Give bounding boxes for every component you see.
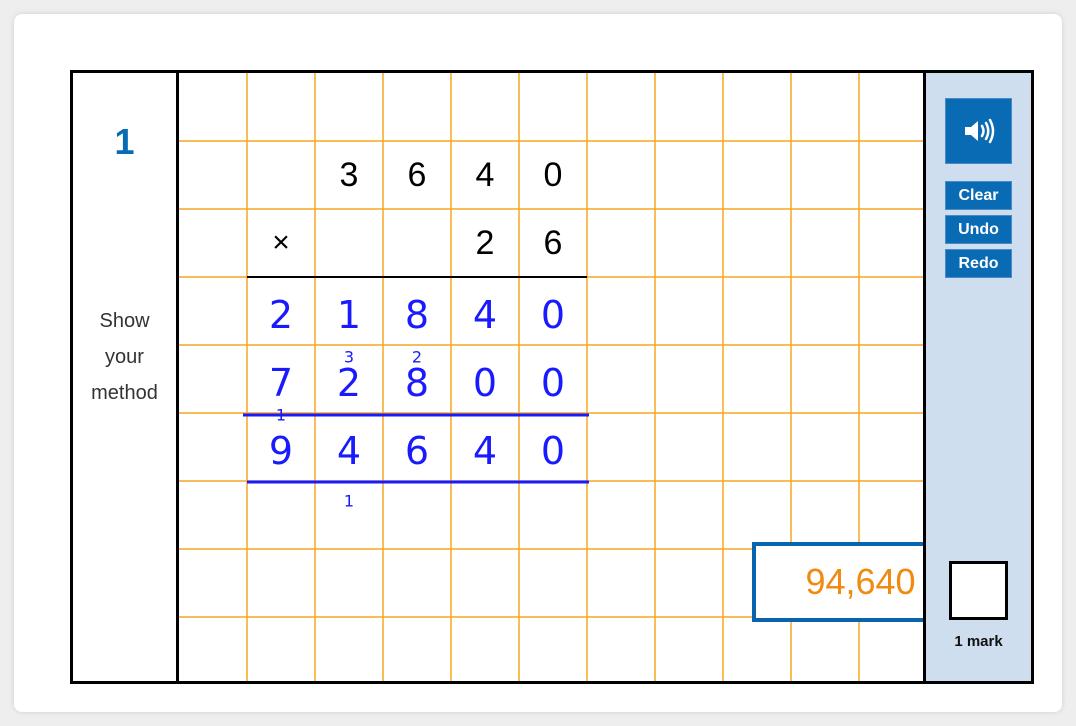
multiplicand-digit: 3 <box>339 156 359 194</box>
question-frame: 1 Show your method 2184072800329464011 3… <box>70 70 1034 684</box>
instruction-line: method <box>91 382 158 404</box>
multiplicand-digit: 6 <box>407 156 427 194</box>
carry-digit: 1 <box>276 406 286 425</box>
handwritten-digit: 4 <box>337 429 361 473</box>
redo-button[interactable]: Redo <box>945 249 1012 278</box>
tools-panel: Clear Undo Redo 1 mark <box>923 73 1031 681</box>
working-grid[interactable]: 2184072800329464011 3 6 4 0 × 2 6 94,640 <box>179 73 925 681</box>
handwritten-digit: 0 <box>473 361 497 405</box>
handwritten-digit: 0 <box>541 293 565 337</box>
carry-digit: 3 <box>344 348 354 367</box>
handwritten-digit: 8 <box>405 293 429 337</box>
multiplicand-digit: 0 <box>543 156 563 194</box>
handwritten-digit: 4 <box>473 293 497 337</box>
answer-box[interactable]: 94,640 <box>752 542 925 622</box>
handwritten-digit: 2 <box>337 361 361 405</box>
clear-button[interactable]: Clear <box>945 181 1012 210</box>
handwritten-digit: 7 <box>269 361 293 405</box>
instruction-line: your <box>105 346 144 368</box>
undo-button[interactable]: Undo <box>945 215 1012 244</box>
show-your-method-label: Show your method <box>73 303 176 411</box>
audio-button[interactable] <box>945 98 1012 164</box>
mark-checkbox[interactable] <box>949 561 1008 620</box>
carry-digit: 2 <box>412 348 422 367</box>
multiplier-digit: 2 <box>475 224 495 262</box>
handwritten-digit: 9 <box>269 429 293 473</box>
handwritten-digit: 0 <box>541 429 565 473</box>
speaker-icon <box>964 118 994 144</box>
carry-digit: 1 <box>344 492 354 511</box>
handwritten-digit: 8 <box>405 361 429 405</box>
handwritten-digit: 1 <box>337 293 361 337</box>
handwritten-digit: 0 <box>541 361 565 405</box>
handwritten-digit: 4 <box>473 429 497 473</box>
question-card: 1 Show your method 2184072800329464011 3… <box>14 14 1062 712</box>
multiplier-digit: 6 <box>543 224 563 262</box>
instruction-line: Show <box>99 310 150 332</box>
mark-label: 1 mark <box>954 633 1003 650</box>
handwritten-digit: 2 <box>269 293 293 337</box>
question-number: 1 <box>114 121 135 162</box>
handwritten-digit: 6 <box>405 429 429 473</box>
question-label-column: 1 Show your method <box>73 73 179 681</box>
answer-value: 94,640 <box>805 561 916 602</box>
multiplicand-digit: 4 <box>475 156 495 194</box>
multiply-operator: × <box>272 226 290 259</box>
